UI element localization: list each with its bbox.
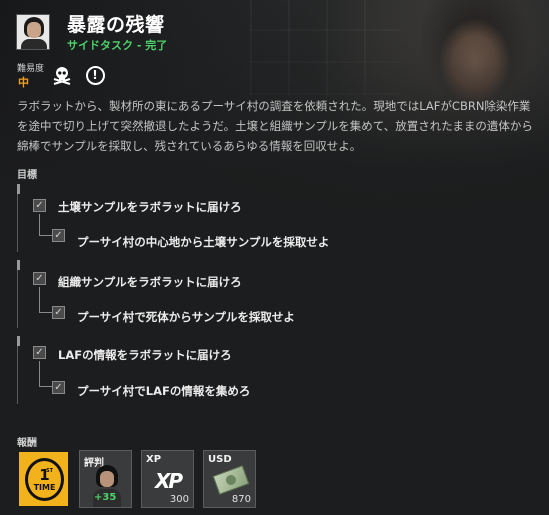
mission-giver-avatar bbox=[16, 14, 50, 50]
reward-reputation[interactable]: 評判 +35 bbox=[79, 450, 132, 508]
objective-checkbox: ✓ bbox=[33, 346, 46, 359]
difficulty-value: 中 bbox=[18, 76, 29, 89]
objectives-label: 目標 bbox=[17, 170, 37, 181]
mission-title: 暴露の残響 bbox=[67, 14, 165, 36]
objective-sub: プーサイ村でLAFの情報を集めろ bbox=[77, 384, 251, 398]
objective-main: LAFの情報をラボラットに届けろ bbox=[58, 348, 232, 362]
objective-group: ✓ LAFの情報をラボラットに届けろ ✓ プーサイ村でLAFの情報を集めろ bbox=[17, 336, 533, 404]
first-time-icon: ST 1 TIME bbox=[25, 458, 64, 501]
reward-value: 870 bbox=[231, 494, 251, 505]
mission-description: ラボラットから、製材所の東にあるプーサイ村の調査を依頼された。現地ではLAFがC… bbox=[17, 99, 533, 153]
reward-first-time[interactable]: ST 1 TIME bbox=[17, 450, 70, 508]
alert-icon[interactable]: ! bbox=[84, 64, 106, 86]
reward-xp[interactable]: XP XP 300 bbox=[141, 450, 194, 508]
objective-group: ✓ 組織サンプルをラボラットに届けろ ✓ プーサイ村で死体からサンプルを採取せよ bbox=[17, 260, 533, 328]
objective-main: 組織サンプルをラボラットに届けろ bbox=[58, 275, 242, 289]
rewards-label: 報酬 bbox=[17, 438, 37, 449]
skull-icon[interactable] bbox=[51, 64, 73, 86]
objective-checkbox: ✓ bbox=[33, 272, 46, 285]
objective-checkbox: ✓ bbox=[52, 306, 65, 319]
reward-usd[interactable]: USD 870 bbox=[203, 450, 256, 508]
mission-status: サイドタスク - 完了 bbox=[67, 39, 168, 52]
objective-sub: プーサイ村で死体からサンプルを採取せよ bbox=[77, 310, 295, 324]
reward-label: XP bbox=[146, 454, 162, 465]
objective-main: 土壌サンプルをラボラットに届けろ bbox=[58, 200, 242, 214]
objective-sub: プーサイ村の中心地から土壌サンプルを採取せよ bbox=[77, 235, 330, 249]
reward-label: USD bbox=[208, 454, 232, 465]
objective-checkbox: ✓ bbox=[52, 381, 65, 394]
reward-value: 300 bbox=[169, 494, 189, 505]
objective-group: ✓ 土壌サンプルをラボラットに届けろ ✓ プーサイ村の中心地から土壌サンプルを採… bbox=[17, 184, 533, 252]
objective-checkbox: ✓ bbox=[33, 199, 46, 212]
xp-icon: XP bbox=[155, 469, 183, 493]
reward-value: +35 bbox=[94, 492, 117, 503]
objective-checkbox: ✓ bbox=[52, 229, 65, 242]
mission-panel: 暴露の残響 サイドタスク - 完了 難易度 中 ! ラボラットから、製材所の東に… bbox=[0, 0, 549, 515]
difficulty-label: 難易度 bbox=[17, 64, 45, 74]
cash-icon bbox=[212, 465, 250, 495]
